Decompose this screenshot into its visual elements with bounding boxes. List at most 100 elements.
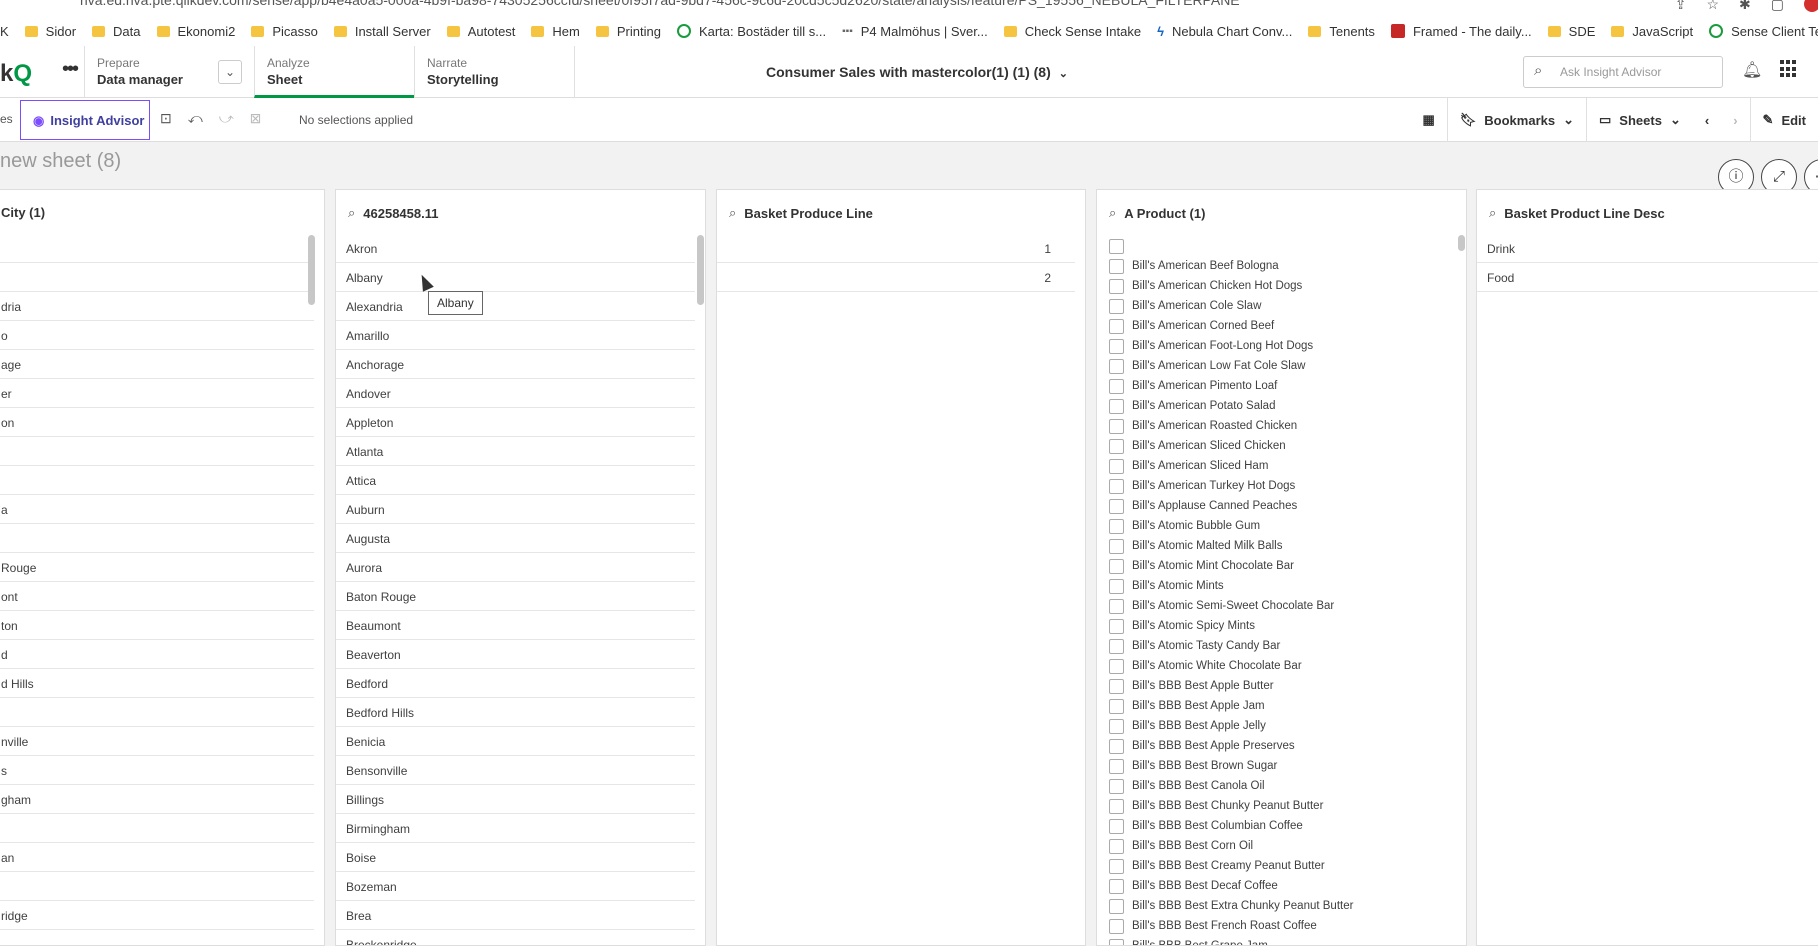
checkbox[interactable]: [1109, 818, 1124, 834]
list-item[interactable]: Andover: [336, 379, 695, 408]
list-item[interactable]: Amarillo: [336, 321, 695, 350]
nav-analyze[interactable]: Analyze Sheet: [254, 46, 414, 98]
filter-city[interactable]: City (1) dria o age er on a Rouge ont ton d d Hill…: [0, 189, 325, 946]
list-item[interactable]: Bill's Atomic Malted Milk Balls: [1109, 536, 1456, 556]
bookmark-item[interactable]: Tenents: [1308, 24, 1375, 39]
next-sheet-button[interactable]: ›: [1721, 98, 1749, 142]
sheets-button[interactable]: ▭ Sheets ⌄: [1586, 98, 1693, 142]
checkbox[interactable]: [1109, 358, 1124, 374]
checkbox[interactable]: [1109, 858, 1124, 874]
list-item[interactable]: Anchorage: [336, 350, 695, 379]
list-item[interactable]: er: [0, 379, 314, 408]
checkbox[interactable]: [1109, 238, 1124, 254]
checkbox[interactable]: [1109, 538, 1124, 554]
list-item[interactable]: Bill's BBB Best Creamy Peanut Butter: [1109, 856, 1456, 876]
list-item[interactable]: Birmingham: [336, 814, 695, 843]
list-item[interactable]: [0, 814, 314, 843]
bookmark-item[interactable]: Data: [92, 24, 141, 39]
list-item[interactable]: Food: [1477, 263, 1818, 292]
bookmark-item[interactable]: Autotest: [446, 24, 515, 39]
list-item[interactable]: Bill's Atomic Semi-Sweet Chocolate Bar: [1109, 596, 1456, 616]
window-icon[interactable]: ▢: [1771, 0, 1784, 13]
bookmark-item[interactable]: JavaScript: [1611, 24, 1693, 39]
chevron-down-icon[interactable]: ⌄: [218, 60, 242, 84]
bookmark-item[interactable]: Printing: [595, 24, 661, 39]
list-item[interactable]: Bill's American Turkey Hot Dogs: [1109, 476, 1456, 496]
nav-narrate[interactable]: Narrate Storytelling: [414, 46, 574, 98]
app-title[interactable]: Consumer Sales with mastercolor(1) (1) (…: [766, 64, 1068, 80]
checkbox[interactable]: [1109, 878, 1124, 894]
bell-icon[interactable]: 🔔︎: [1742, 60, 1762, 80]
extension-icon[interactable]: ✱: [1739, 0, 1751, 13]
list-item[interactable]: 1: [717, 234, 1075, 263]
list-item[interactable]: Atlanta: [336, 437, 695, 466]
list-item[interactable]: Auburn: [336, 495, 695, 524]
list-item[interactable]: Bill's BBB Best Apple Preserves: [1109, 736, 1456, 756]
bookmark-item[interactable]: Sidor: [24, 24, 76, 39]
list-item[interactable]: Bill's BBB Best Decaf Coffee: [1109, 876, 1456, 896]
filter-basket-product-line-desc[interactable]: ⌕ Basket Product Line Desc Drink Food: [1476, 189, 1818, 946]
bookmark-item[interactable]: ▪▪▪ P4 Malmöhus | Sver...: [842, 24, 988, 39]
star-icon[interactable]: ☆: [1706, 0, 1719, 13]
checkbox[interactable]: [1109, 398, 1124, 414]
scrollbar-thumb[interactable]: [308, 235, 315, 305]
edit-button[interactable]: ✎ Edit: [1749, 98, 1818, 142]
list-item[interactable]: [0, 263, 314, 292]
checkbox[interactable]: [1109, 578, 1124, 594]
list-item[interactable]: Breckenridge: [336, 930, 695, 945]
list-item[interactable]: [0, 234, 314, 263]
list-item[interactable]: Bill's American Sliced Chicken: [1109, 436, 1456, 456]
list-item[interactable]: Bedford Hills: [336, 698, 695, 727]
list-item[interactable]: Rouge: [0, 553, 314, 582]
list-item[interactable]: [0, 437, 314, 466]
list-item[interactable]: Bedford: [336, 669, 695, 698]
list-item[interactable]: Bill's American Chicken Hot Dogs: [1109, 276, 1456, 296]
previous-sheet-button[interactable]: ‹: [1693, 98, 1721, 142]
address-bar[interactable]: riva.ed.riva.pte.qlikdev.com/sense/app/b…: [0, 0, 1818, 16]
list-item[interactable]: Bill's Atomic Bubble Gum: [1109, 516, 1456, 536]
list-item[interactable]: Brea: [336, 901, 695, 930]
list-item[interactable]: Bill's American Roasted Chicken: [1109, 416, 1456, 436]
filter-a-product[interactable]: ⌕ A Product (1) Bill's American Beef Bolo…: [1096, 189, 1467, 946]
list-item[interactable]: Billings: [336, 785, 695, 814]
list-item[interactable]: Bill's Atomic White Chocolate Bar: [1109, 656, 1456, 676]
scrollbar-thumb[interactable]: [697, 235, 704, 305]
list-item[interactable]: Augusta: [336, 524, 695, 553]
bookmark-item[interactable]: Picasso: [251, 24, 318, 39]
list-item[interactable]: Bill's BBB Best Apple Butter: [1109, 676, 1456, 696]
list-item[interactable]: Bill's BBB Best Apple Jam: [1109, 696, 1456, 716]
list-item[interactable]: Bill's American Corned Beef: [1109, 316, 1456, 336]
search-icon[interactable]: ⌕: [1489, 205, 1496, 221]
more-menu-icon[interactable]: •••: [62, 58, 79, 81]
list-item[interactable]: ton: [0, 611, 314, 640]
bookmark-item[interactable]: Check Sense Intake: [1003, 24, 1141, 39]
checkbox[interactable]: [1109, 938, 1124, 945]
checkbox[interactable]: [1109, 838, 1124, 854]
profile-avatar-icon[interactable]: [1804, 0, 1818, 12]
list-item[interactable]: [1109, 236, 1456, 256]
checkbox[interactable]: [1109, 558, 1124, 574]
list-item[interactable]: dria: [0, 292, 314, 321]
checkbox[interactable]: [1109, 598, 1124, 614]
checkbox[interactable]: [1109, 298, 1124, 314]
bookmark-item[interactable]: Sense Client Tests |...: [1709, 24, 1818, 39]
list-item[interactable]: Akron: [336, 234, 695, 263]
checkbox[interactable]: [1109, 438, 1124, 454]
list-item[interactable]: Baton Rouge: [336, 582, 695, 611]
list-item[interactable]: gham: [0, 785, 314, 814]
checkbox[interactable]: [1109, 698, 1124, 714]
list-item[interactable]: Aurora: [336, 553, 695, 582]
list-item[interactable]: Bill's BBB Best Canola Oil: [1109, 776, 1456, 796]
assets-label-fragment[interactable]: es: [0, 112, 13, 126]
list-item[interactable]: Bensonville: [336, 756, 695, 785]
list-item[interactable]: Bill's BBB Best Apple Jelly: [1109, 716, 1456, 736]
list-item[interactable]: Bill's American Pimento Loaf: [1109, 376, 1456, 396]
list-item[interactable]: Bill's BBB Best Chunky Peanut Butter: [1109, 796, 1456, 816]
list-item[interactable]: Appleton: [336, 408, 695, 437]
bookmark-item[interactable]: Hem: [531, 24, 580, 39]
list-item[interactable]: Bill's BBB Best Grape Jam: [1109, 936, 1456, 945]
bookmark-item[interactable]: ϟ Nebula Chart Conv...: [1157, 24, 1292, 39]
checkbox[interactable]: [1109, 738, 1124, 754]
list-item[interactable]: Bill's Applause Canned Peaches: [1109, 496, 1456, 516]
qlik-logo[interactable]: kQ: [0, 60, 32, 88]
